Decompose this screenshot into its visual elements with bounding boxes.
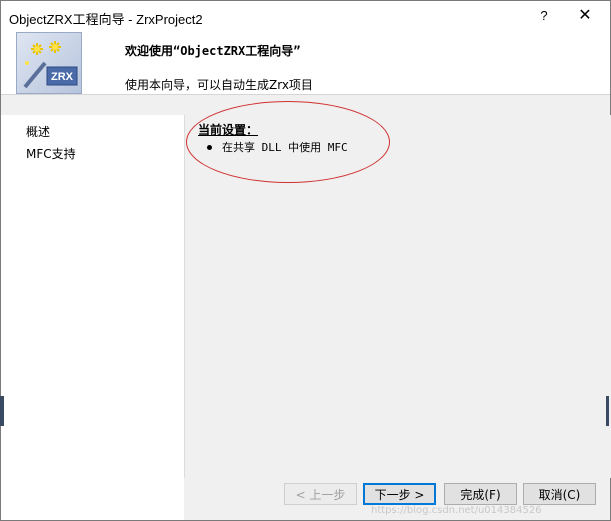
prev-button[interactable]: < 上一步 (284, 483, 357, 505)
bullet-icon (207, 144, 212, 150)
settings-bullet-item: 在共享 DLL 中使用 MFC (207, 139, 348, 155)
help-button[interactable]: ? (533, 5, 555, 27)
finish-button[interactable]: 完成(F) (444, 483, 517, 505)
current-settings-heading: 当前设置： (198, 123, 259, 137)
wizard-header: ZRX 欢迎使用“ObjectZRX工程向导” 使用本向导，可以自动生成Zrx项… (1, 32, 610, 95)
background-window-edge-right (606, 396, 609, 426)
sidebar-item-overview[interactable]: 概述 (26, 123, 50, 140)
close-button[interactable]: ✕ (573, 5, 597, 27)
wizard-sidebar: 概述 MFC支持 (1, 115, 184, 520)
window-title: ObjectZRX工程向导 - ZrxProject2 (9, 12, 203, 27)
header-title: 欢迎使用“ObjectZRX工程向导” (125, 44, 301, 58)
svg-text:ZRX: ZRX (51, 71, 74, 83)
header-subtitle: 使用本向导，可以自动生成Zrx项目 (125, 78, 313, 92)
watermark-text: https://blog.csdn.net/u014384526 (371, 505, 542, 516)
title-bar: ObjectZRX工程向导 - ZrxProject2 ? ✕ (1, 1, 610, 32)
background-window-edge (0, 396, 4, 426)
wizard-dialog: ObjectZRX工程向导 - ZrxProject2 ? ✕ ZRX 欢迎使用… (0, 0, 611, 521)
zrx-wand-logo-icon: ZRX (16, 32, 82, 94)
settings-panel: 当前设置： 在共享 DLL 中使用 MFC (184, 115, 611, 478)
sidebar-item-mfc-support[interactable]: MFC支持 (26, 145, 76, 162)
settings-bullet-text: 在共享 DLL 中使用 MFC (222, 141, 348, 154)
cancel-button[interactable]: 取消(C) (523, 483, 596, 505)
next-button[interactable]: 下一步 > (363, 483, 436, 505)
